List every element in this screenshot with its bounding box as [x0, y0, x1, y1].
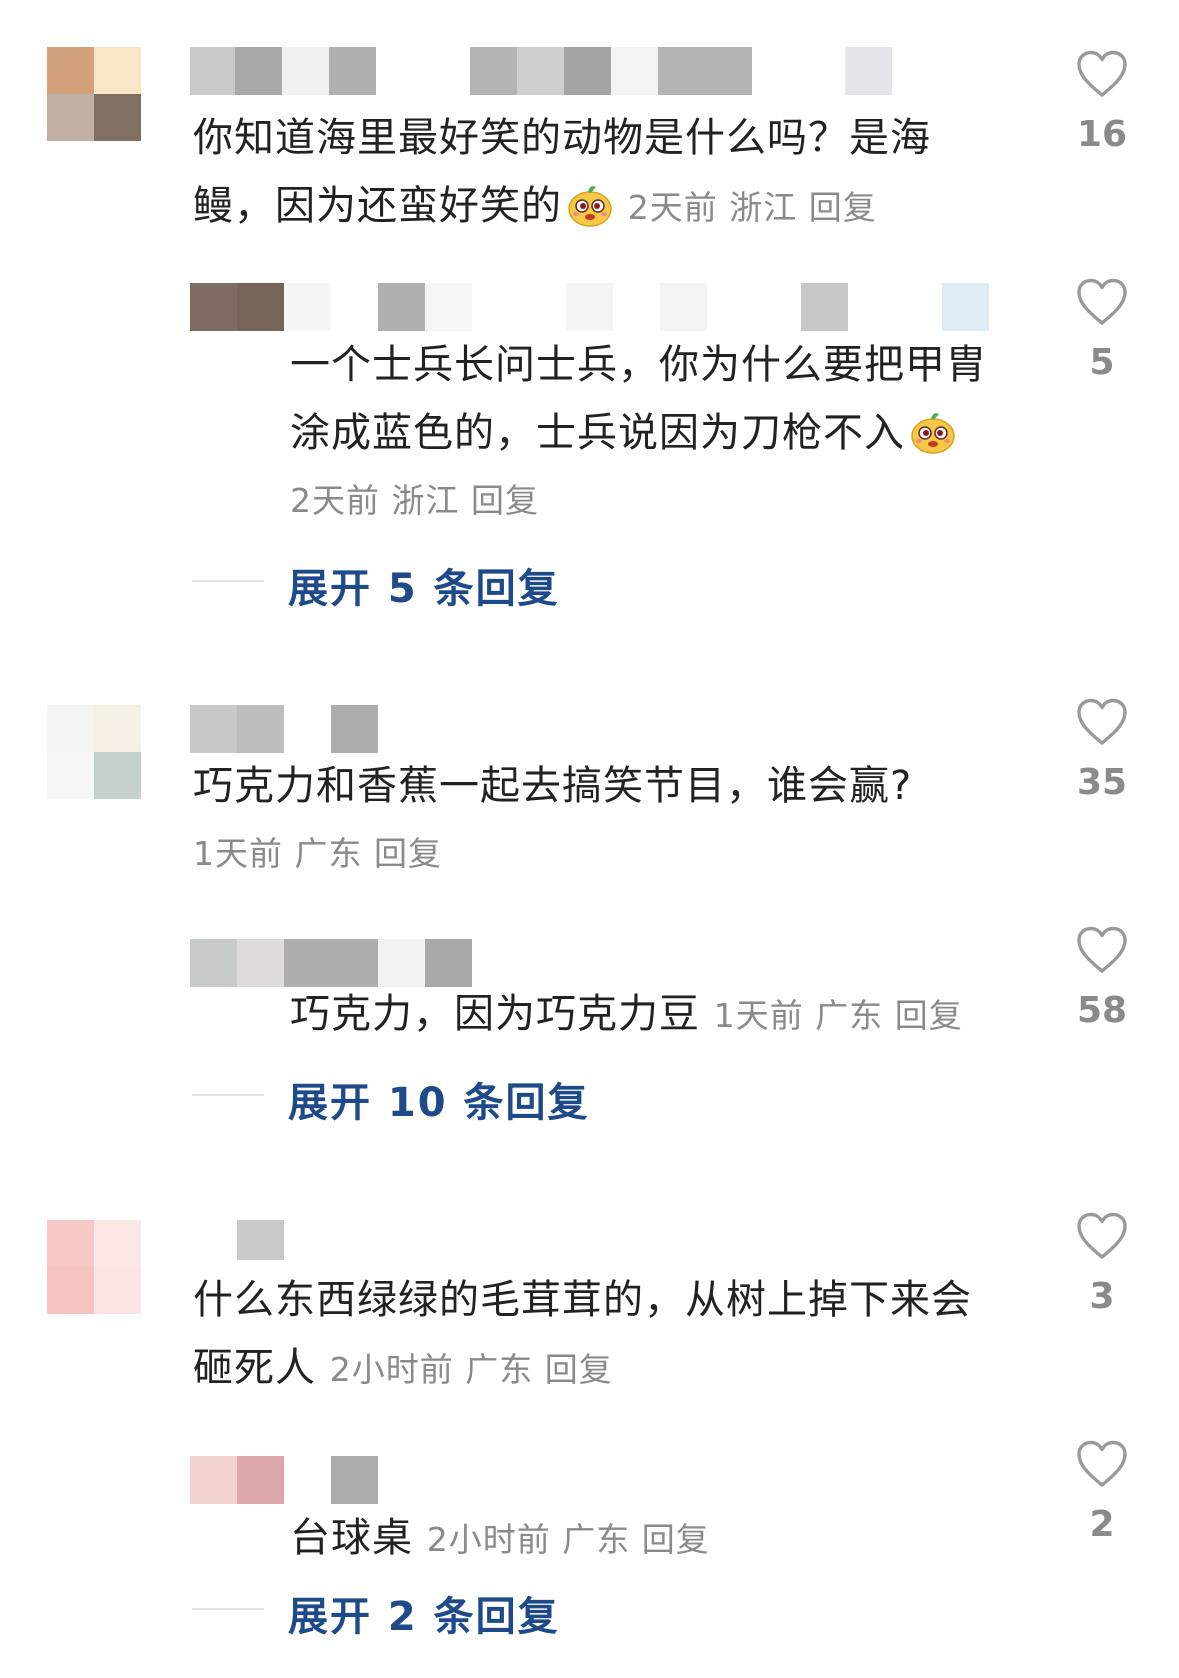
reply-text: 一个士兵长问士兵，你为什么要把甲胄 涂成蓝色的，士兵说因为刀枪不入 2天前 浙江… [290, 331, 987, 535]
reply-text: 巧克力，因为巧克力豆 1天前 广东 回复 [290, 980, 963, 1050]
comment-text-line: 鳗，因为还蛮好笑的 [193, 183, 562, 229]
heart-outline-icon[interactable] [1076, 926, 1128, 974]
comment-text-line: 什么东西绿绿的毛茸茸的，从树上掉下来会 [193, 1277, 972, 1323]
like-count: 2 [1089, 1504, 1115, 1545]
like-count: 16 [1076, 114, 1128, 155]
comment-text: 你知道海里最好笑的动物是什么吗？是海 鳗，因为还蛮好笑的 2天前 浙江 回复 [193, 104, 931, 242]
comment-meta[interactable]: 2小时前 广东 回复 [330, 1350, 613, 1389]
like-count: 58 [1076, 990, 1128, 1031]
heart-outline-icon[interactable] [1076, 278, 1128, 326]
like-count: 5 [1089, 342, 1115, 383]
expand-replies-button[interactable]: 展开 5 条回复 [288, 556, 560, 614]
reply-text-line: 涂成蓝色的，士兵说因为刀枪不入 [290, 410, 905, 456]
username-blurred[interactable] [190, 47, 900, 95]
like-count: 3 [1089, 1276, 1115, 1317]
reply-meta[interactable]: 1天前 广东 回复 [714, 996, 963, 1035]
heart-outline-icon[interactable] [1076, 50, 1128, 98]
heart-outline-icon[interactable] [1076, 1212, 1128, 1260]
comment-meta[interactable]: 1天前 广东 回复 [193, 820, 912, 888]
comment-meta[interactable]: 2天前 浙江 回复 [628, 188, 877, 227]
divider [192, 1094, 264, 1096]
username-blurred[interactable] [190, 1220, 290, 1268]
like-count: 35 [1076, 762, 1128, 803]
avatar[interactable] [47, 1220, 141, 1314]
comment-text: 什么东西绿绿的毛茸茸的，从树上掉下来会 砸死人 2小时前 广东 回复 [193, 1266, 972, 1404]
avatar[interactable] [47, 47, 141, 141]
expand-replies-button[interactable]: 展开 10 条回复 [288, 1070, 590, 1128]
reply-text-line: 巧克力，因为巧克力豆 [290, 991, 700, 1037]
reply-text-line: 一个士兵长问士兵，你为什么要把甲胄 [290, 342, 987, 388]
reply-username-blurred[interactable] [190, 283, 990, 331]
username-blurred[interactable] [190, 705, 390, 753]
comment-text-line: 砸死人 [193, 1345, 316, 1391]
divider [192, 1608, 264, 1610]
expand-replies-button[interactable]: 展开 2 条回复 [288, 1584, 560, 1642]
reply-meta[interactable]: 2天前 浙江 回复 [290, 467, 987, 535]
reply-text-line: 台球桌 [290, 1515, 413, 1561]
reply-text: 台球桌 2小时前 广东 回复 [290, 1504, 710, 1574]
heart-outline-icon[interactable] [1076, 698, 1128, 746]
reply-username-blurred[interactable] [190, 1456, 390, 1504]
laughing-emoji-icon [909, 408, 957, 456]
comment-text-line: 你知道海里最好笑的动物是什么吗？是海 [193, 115, 931, 161]
comment-text-line: 巧克力和香蕉一起去搞笑节目，谁会赢? [193, 763, 913, 809]
avatar[interactable] [47, 705, 141, 799]
comment-text: 巧克力和香蕉一起去搞笑节目，谁会赢? 1天前 广东 回复 [193, 752, 912, 888]
divider [192, 580, 264, 582]
heart-outline-icon[interactable] [1076, 1440, 1128, 1488]
reply-meta[interactable]: 2小时前 广东 回复 [427, 1520, 710, 1559]
laughing-emoji-icon [566, 181, 614, 229]
